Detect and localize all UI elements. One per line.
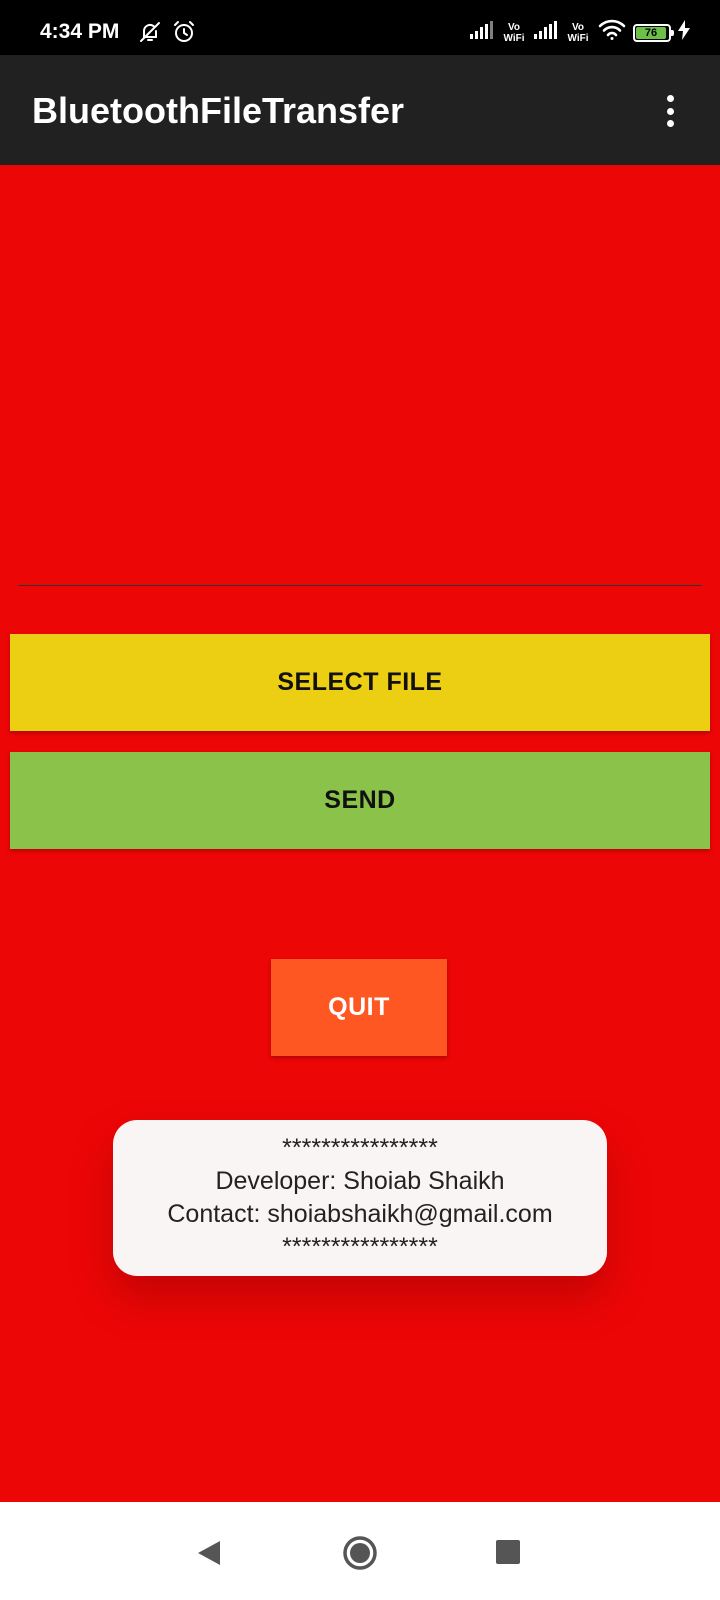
notifications-off-icon [138, 20, 162, 49]
vowifi-icon: Vo WiFi [501, 22, 527, 44]
battery-tip [671, 29, 674, 36]
wifi-icon [598, 19, 626, 46]
recents-icon[interactable] [496, 1540, 520, 1564]
toast-line: **************** [282, 1233, 438, 1261]
app-title: BluetoothFileTransfer [32, 90, 405, 131]
toast-contact: Contact: shoiabshaikh@gmail.com [167, 1200, 553, 1228]
back-icon[interactable] [196, 1539, 222, 1572]
status-right-icons: Vo WiFi Vo WiFi 76 [470, 19, 690, 46]
vowifi-label-bottom: WiFi [503, 32, 525, 44]
alarm-icon [172, 20, 196, 49]
developer-toast: **************** Developer: Shoiab Shaik… [113, 1120, 607, 1276]
send-button[interactable]: SEND [10, 752, 710, 849]
status-time: 4:34 PM [40, 20, 120, 43]
signal-icon [534, 21, 558, 44]
status-left-icons [138, 20, 196, 49]
status-bar: 4:34 PM Vo WiFi Vo WiFi 76 [0, 0, 720, 55]
vowifi-icon: Vo WiFi [565, 22, 591, 44]
more-vert-icon[interactable] [660, 95, 680, 127]
toast-developer: Developer: Shoiab Shaikh [215, 1167, 505, 1195]
vowifi-label-bottom: WiFi [567, 32, 589, 44]
select-file-button[interactable]: SELECT FILE [10, 634, 710, 731]
vowifi-label-top: Vo [507, 21, 521, 33]
charging-icon [678, 20, 690, 45]
main-content: SELECT FILE SEND QUIT **************** D… [0, 165, 720, 1502]
battery-icon: 76 [633, 23, 674, 42]
app-bar: BluetoothFileTransfer [0, 55, 720, 165]
toast-line: **************** [282, 1134, 438, 1162]
file-path-field[interactable] [18, 585, 702, 586]
navigation-bar [0, 1502, 720, 1600]
signal-icon [470, 21, 494, 44]
dot [666, 120, 674, 127]
dot [666, 107, 674, 115]
home-icon[interactable] [342, 1535, 378, 1576]
battery-level: 76 [636, 26, 666, 39]
vowifi-label-top: Vo [571, 21, 585, 33]
dot [666, 95, 674, 102]
quit-button[interactable]: QUIT [271, 959, 447, 1056]
